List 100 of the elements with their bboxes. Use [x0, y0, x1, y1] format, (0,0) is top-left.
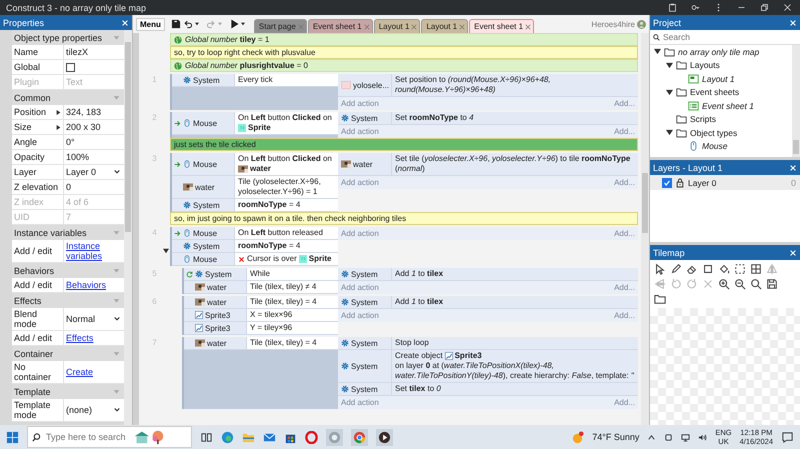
caret-icon[interactable]: [240, 22, 245, 26]
undo-icon[interactable]: [182, 19, 193, 29]
action-row[interactable]: System Create object Sprite3 on layer 0 at (water.TileToPositionX(tilex)-48, water.TileToPositionY(tiley)-48), create hierarchy: False, template: '': [338, 350, 638, 383]
chevron-icon[interactable]: [114, 316, 120, 322]
action-row[interactable]: water Set tile (yoloselecter.X÷96, yoloselecter.Y÷96) to tile roomNoType (normal): [338, 153, 638, 176]
collapse-icon[interactable]: [162, 248, 168, 254]
opera-icon[interactable]: [305, 430, 318, 444]
menu-button[interactable]: Menu: [136, 18, 165, 30]
key-icon[interactable]: [691, 3, 700, 12]
property-value[interactable]: 100%: [66, 152, 90, 162]
tab[interactable]: Layout 1: [374, 19, 420, 33]
section-header[interactable]: Container: [12, 346, 124, 361]
collapse-icon[interactable]: [654, 48, 661, 56]
action-row[interactable]: System Set tilex to 0: [338, 383, 638, 396]
dropdown[interactable]: Normal: [66, 314, 114, 324]
user-name[interactable]: Heroes4hire: [591, 20, 635, 28]
selection-icon[interactable]: [734, 263, 746, 275]
checkbox[interactable]: [662, 178, 672, 188]
comment[interactable]: just sets the tile clicked: [170, 138, 638, 151]
folder-icon[interactable]: [654, 293, 666, 305]
section-header[interactable]: Effects: [12, 293, 124, 308]
windows-icon[interactable]: [6, 430, 19, 444]
action-row[interactable]: System Stop loop: [338, 337, 638, 350]
global-variable-row[interactable]: Global number tiley = 1: [170, 33, 638, 46]
property-link[interactable]: Behaviors: [66, 280, 106, 290]
avatar-icon[interactable]: [637, 20, 646, 28]
tree-item[interactable]: Scripts: [650, 112, 792, 126]
global-variable-row[interactable]: Global number plusrightvalue = 0: [170, 59, 638, 72]
property-value[interactable]: 200 x 30: [66, 122, 101, 132]
condition-row[interactable]: Mouse On Left button released: [172, 227, 338, 240]
condition-row[interactable]: Sprite3 X = tilex×96: [184, 309, 338, 322]
section-header[interactable]: Object type properties: [12, 30, 124, 45]
property-link[interactable]: Instance variables: [66, 241, 122, 261]
condition-row[interactable]: water Tile (yoloselecter.X÷96, yoloselecter.Y÷96) = 1: [172, 176, 338, 199]
zoom-icon[interactable]: [750, 278, 762, 290]
section-header[interactable]: Behaviors: [12, 263, 124, 278]
chevron-icon[interactable]: [114, 407, 120, 413]
caret-icon[interactable]: [194, 22, 199, 26]
play-icon[interactable]: [376, 428, 393, 446]
sun-icon[interactable]: [571, 430, 584, 444]
restore-icon[interactable]: [760, 3, 769, 12]
lock-icon[interactable]: [676, 178, 684, 188]
condition-row[interactable]: Mouse Cursor is over Sprite: [172, 253, 338, 266]
condition-row[interactable]: water Tile (tilex, tiley) = 4: [184, 296, 338, 309]
property-link[interactable]: Create: [66, 367, 94, 377]
condition-row[interactable]: water Tile (tilex, tiley) ≠ 4: [184, 281, 338, 294]
collapse-icon[interactable]: [666, 129, 673, 136]
chevron-icon[interactable]: [647, 432, 656, 442]
dropdown[interactable]: (none): [66, 405, 114, 415]
dropdown[interactable]: Layer 0: [66, 167, 114, 177]
comment[interactable]: so, try to loop right check with plusvalue: [170, 46, 638, 59]
pencil-icon[interactable]: [670, 263, 682, 275]
condition-row[interactable]: Sprite3 Y = tiley×96: [184, 322, 338, 335]
collapse-icon[interactable]: [666, 62, 673, 69]
volume-icon[interactable]: [698, 432, 708, 442]
section-header[interactable]: Instance variables: [12, 225, 124, 240]
collapse-icon[interactable]: [666, 88, 673, 96]
cursor-icon[interactable]: [654, 263, 666, 275]
chrome-icon[interactable]: [351, 428, 368, 446]
condition-row[interactable]: Mouse On Left button Clicked on water: [172, 153, 338, 176]
property-value[interactable]: 0°: [66, 137, 75, 147]
property-value[interactable]: tilezX: [66, 47, 88, 57]
tile-canvas[interactable]: [650, 308, 800, 425]
comment[interactable]: so, im just going to spawn it on a tile. then check neighboring tiles: [170, 212, 638, 225]
checkbox[interactable]: [66, 62, 75, 72]
task-view-icon[interactable]: [200, 430, 213, 444]
chevron-icon[interactable]: [114, 169, 120, 175]
condition-row[interactable]: Mouse On Left button Clicked on Sprite: [172, 112, 338, 135]
tab[interactable]: Start page: [254, 19, 307, 33]
tab[interactable]: Layout 1: [421, 19, 468, 33]
condition-row[interactable]: System roomNoType = 4: [172, 199, 338, 212]
tab[interactable]: Event sheet 1: [469, 19, 534, 33]
tiles-icon[interactable]: [750, 263, 762, 275]
eraser-icon[interactable]: [686, 263, 698, 275]
rectangle-icon[interactable]: [702, 263, 714, 275]
tree-item[interactable]: no array only tile map: [650, 45, 792, 58]
browser-icon[interactable]: [221, 430, 234, 444]
fill-icon[interactable]: [718, 263, 730, 275]
tree-item[interactable]: Layouts: [650, 58, 792, 72]
condition-row[interactable]: System While: [184, 268, 338, 281]
property-value[interactable]: 0: [66, 182, 72, 192]
tree-item[interactable]: Mouse: [650, 140, 792, 153]
condition-row[interactable]: System Every tick: [172, 74, 338, 87]
tree-item[interactable]: Object types: [650, 126, 792, 140]
tree-item[interactable]: Event sheets: [650, 86, 792, 99]
zoom-out-icon[interactable]: [734, 278, 746, 290]
save-icon[interactable]: [170, 19, 181, 29]
notification-icon[interactable]: [781, 430, 794, 444]
property-value[interactable]: 324, 183: [66, 107, 102, 117]
mail-icon[interactable]: [263, 430, 276, 444]
condition-row[interactable]: System roomNoType = 4: [172, 240, 338, 253]
tree-item[interactable]: Layout 1: [650, 72, 792, 86]
action-row[interactable]: System Add 1 to tilex: [338, 296, 638, 309]
expand-icon[interactable]: [56, 124, 61, 130]
condition-row[interactable]: water Tile (tilex, tiley) = 4: [184, 337, 338, 350]
zoom-in-icon[interactable]: [718, 278, 730, 290]
tree-item[interactable]: Event sheet 1: [650, 99, 792, 112]
expand-icon[interactable]: [56, 110, 61, 114]
layer-row[interactable]: Layer 0 0: [650, 175, 800, 190]
action-row[interactable]: System Set roomNoType to 4: [338, 112, 638, 125]
